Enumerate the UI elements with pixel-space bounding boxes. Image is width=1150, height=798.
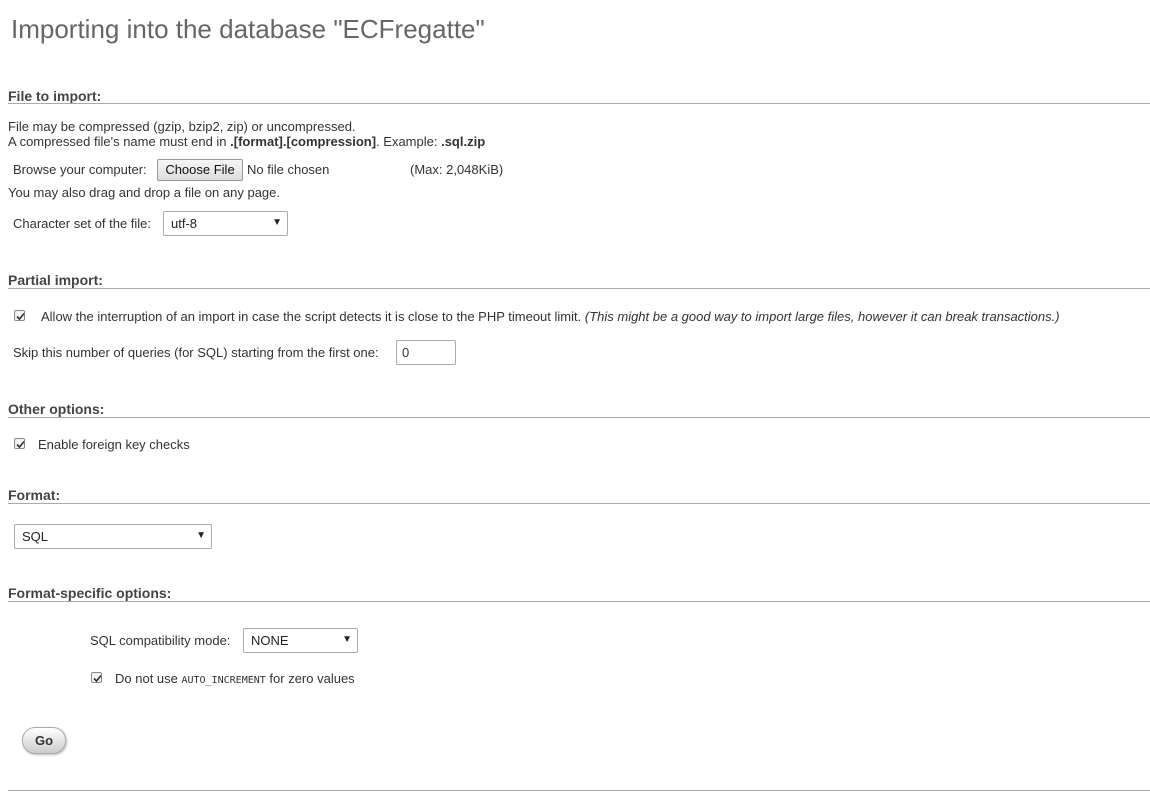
checkmark-icon [93,674,102,683]
section-heading-format-specific: Format-specific options: [8,585,172,601]
allow-interrupt-label: Allow the interruption of an import in c… [41,309,1060,324]
section-divider [8,288,1150,289]
checkmark-icon [16,312,25,321]
charset-select[interactable]: utf-8 ▼ [163,211,288,236]
filename-note-middle: . Example: [376,134,442,149]
dropdown-arrow-icon: ▼ [196,530,206,541]
browse-label: Browse your computer: [13,162,147,177]
sql-compat-select[interactable]: NONE ▼ [243,628,358,653]
sql-compat-select-value: NONE [251,633,289,648]
skip-queries-label: Skip this number of queries (for SQL) st… [13,345,379,360]
filename-note-format: .[format].[compression] [230,134,377,149]
no-file-chosen-text: No file chosen [247,162,330,177]
charset-label: Character set of the file: [13,216,152,231]
no-auto-increment-checkbox[interactable] [91,672,102,683]
filename-note-prefix: A compressed file's name must end in [8,134,231,149]
filename-note: A compressed file's name must end in .[f… [8,134,485,149]
choose-file-button[interactable]: Choose File [157,159,243,181]
no-auto-increment-suffix: for zero values [265,671,355,686]
no-auto-increment-prefix: Do not use [115,671,182,686]
allow-interrupt-text: Allow the interruption of an import in c… [41,309,582,324]
section-heading-partial-import: Partial import: [8,272,103,288]
format-select[interactable]: SQL ▼ [14,524,212,549]
foreign-key-checks-checkbox[interactable] [14,438,25,449]
auto-increment-code: AUTO_INCREMENT [181,675,266,686]
max-upload-size: (Max: 2,048KiB) [410,162,504,177]
allow-interrupt-note: (This might be a good way to import larg… [584,309,1060,324]
foreign-key-checks-label: Enable foreign key checks [38,437,190,452]
sql-compat-label: SQL compatibility mode: [90,633,231,648]
drag-drop-note: You may also drag and drop a file on any… [8,185,280,200]
section-divider [8,103,1150,104]
section-divider [8,601,1150,602]
dropdown-arrow-icon: ▼ [342,634,352,645]
dropdown-arrow-icon: ▼ [272,217,282,228]
section-heading-format: Format: [8,487,61,503]
format-select-value: SQL [22,529,49,544]
go-button[interactable]: Go [22,727,66,754]
no-auto-increment-label: Do not use AUTO_INCREMENT for zero value… [115,671,355,686]
skip-queries-input[interactable] [396,340,456,365]
allow-interrupt-checkbox[interactable] [14,310,25,321]
checkmark-icon [16,440,25,449]
section-heading-other-options: Other options: [8,401,105,417]
bottom-divider [8,790,1150,791]
charset-select-value: utf-8 [171,216,198,231]
page-title: Importing into the database "ECFregatte" [11,14,485,44]
section-heading-file-to-import: File to import: [8,88,102,104]
section-divider [8,417,1150,418]
compression-note: File may be compressed (gzip, bzip2, zip… [8,119,356,134]
filename-note-example: .sql.zip [441,134,486,149]
section-divider [8,503,1150,504]
